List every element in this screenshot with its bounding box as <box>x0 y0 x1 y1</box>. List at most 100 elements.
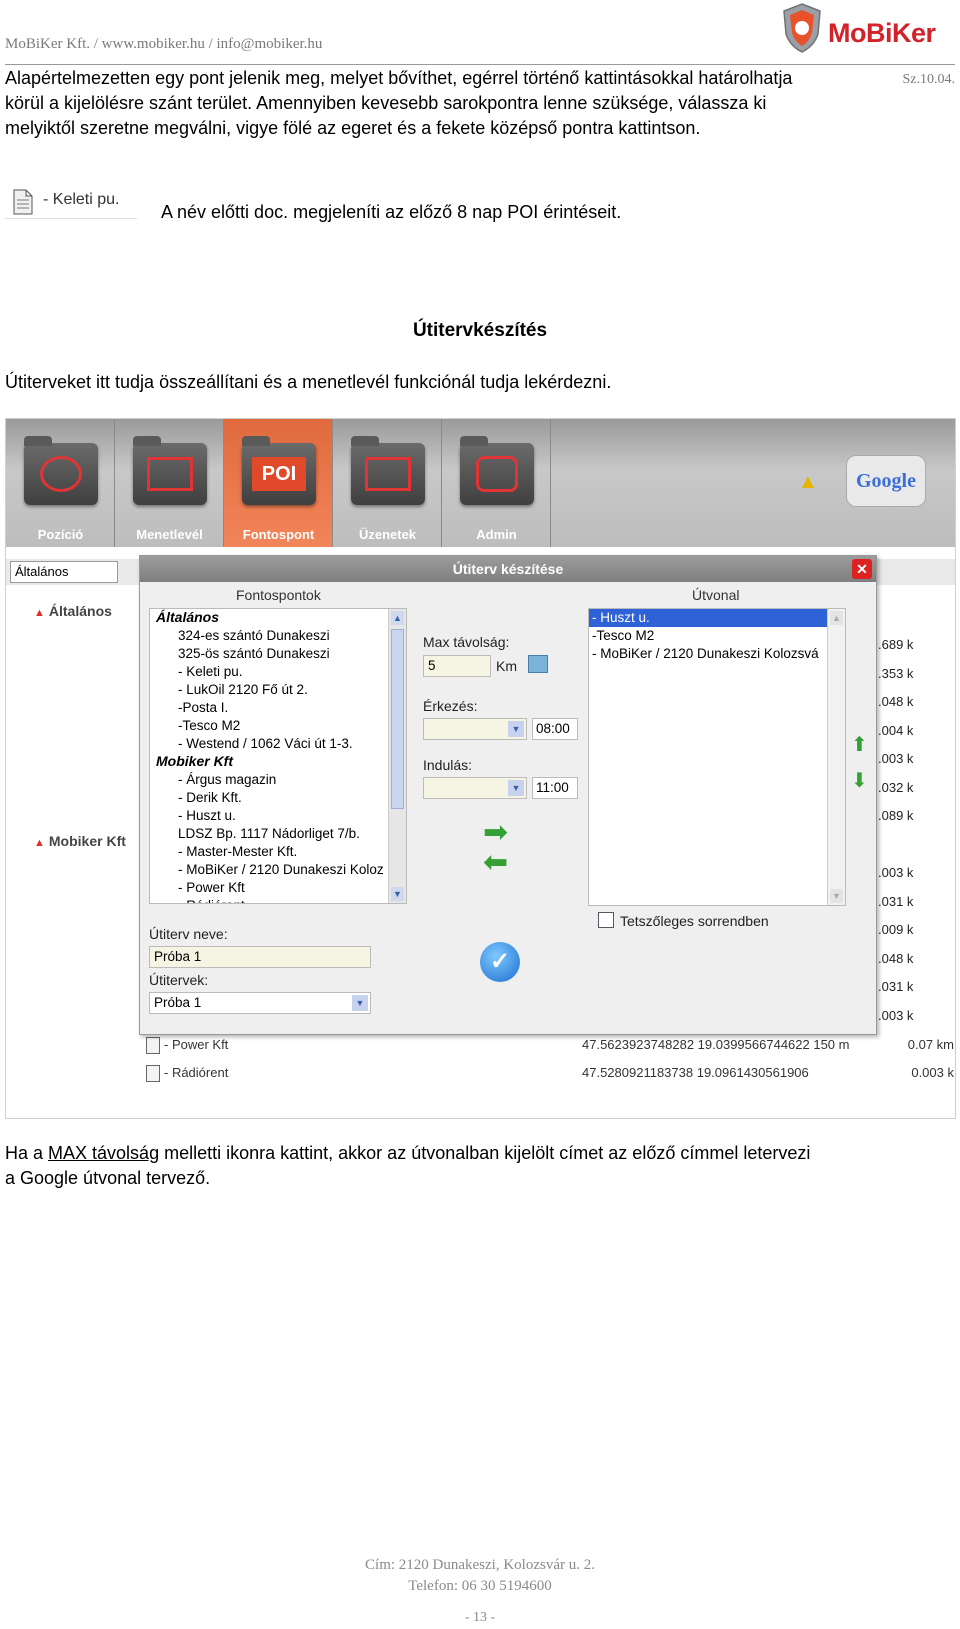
poi-list-item[interactable]: -Posta I. <box>150 699 406 717</box>
group-header-altalanos[interactable]: ▲ Általános <box>34 603 112 619</box>
group-name: Mobiker Kft <box>48 833 126 849</box>
poi-list-item[interactable]: 324-es szántó Dunakeszi <box>150 627 406 645</box>
google-maps-button[interactable]: Google <box>846 455 926 507</box>
poi-group-header[interactable]: Általános <box>150 609 406 627</box>
arrival-label: Érkezés: <box>423 698 478 714</box>
group-filter-select[interactable]: Általános <box>10 561 118 583</box>
poi-list-item[interactable]: - LukOil 2120 Fő út 2. <box>150 681 406 699</box>
nav-label: Fontospont <box>242 527 315 542</box>
routes-select-value: Próba 1 <box>154 995 202 1010</box>
scroll-down-icon[interactable]: ▼ <box>391 887 404 901</box>
route-list-item[interactable]: -Tesco M2 <box>589 627 845 645</box>
poi-list-item[interactable]: - Westend / 1062 Váci út 1-3. <box>150 735 406 753</box>
poi-group-header[interactable]: Mobiker Kft <box>150 753 406 771</box>
closing-prefix: Ha a <box>5 1143 49 1163</box>
footer-page-number: - 13 - <box>464 1610 496 1625</box>
departure-select[interactable]: ▼ <box>423 777 527 799</box>
logo-text: MoBiKer <box>828 18 936 48</box>
nav-label: Üzenetek <box>358 527 417 542</box>
footer-address: Cím: 2120 Dunakeszi, Kolozsvár u. 2. <box>365 1557 595 1573</box>
group-name: Általános <box>48 603 112 619</box>
nav-label: Pozíció <box>37 527 84 542</box>
remove-from-route-arrow-icon[interactable]: ➡ <box>483 846 508 879</box>
route-list-item[interactable]: - MoBiKer / 2120 Dunakeszi Kolozsvá <box>589 645 845 663</box>
route-list[interactable]: - Huszt u. -Tesco M2- MoBiKer / 2120 Duna… <box>588 608 846 906</box>
poi-list-item[interactable]: 325-ös szántó Dunakeszi <box>150 645 406 663</box>
footer-phone: Telefon: 06 30 5194600 <box>408 1578 552 1594</box>
scroll-thumb[interactable] <box>391 629 404 809</box>
poi-list-item[interactable]: - Derik Kft. <box>150 789 406 807</box>
chevron-down-icon: ▼ <box>352 995 368 1011</box>
arrival-time[interactable]: 08:00 <box>532 718 578 740</box>
poi-name: - Rádiórent <box>164 1065 229 1080</box>
dialog-title: Útiterv készítése <box>140 556 876 582</box>
poi-distance: 0.07 km <box>907 1037 954 1052</box>
poi-list-item[interactable]: - MoBiKer / 2120 Dunakeszi Koloz <box>150 861 406 879</box>
shield-icon <box>783 3 821 53</box>
routes-select[interactable]: Próba 1 ▼ <box>149 992 371 1014</box>
max-distance-input[interactable]: 5 <box>423 655 491 677</box>
nav-pozicio[interactable]: Pozíció <box>6 419 115 547</box>
scroll-up-icon[interactable]: ▲ <box>391 611 404 625</box>
scroll-down-icon[interactable]: ▼ <box>830 889 843 903</box>
collapse-icon: ▲ <box>34 837 45 849</box>
nav-label: Menetlevél <box>136 527 203 542</box>
poi-list-item[interactable]: LDSZ Bp. 1117 Nádorliget 7/b. <box>150 825 406 843</box>
section-title: Útitervkészítés <box>412 320 548 341</box>
table-row[interactable]: - Rádiórent 47.5280921183738 19.09614305… <box>146 1065 954 1083</box>
nav-menetlevel[interactable]: Menetlevél <box>115 419 224 547</box>
distance-value: .048 k <box>878 950 914 966</box>
move-down-icon[interactable]: ⬇ <box>851 768 868 793</box>
document-icon <box>13 189 33 215</box>
map-route-icon[interactable] <box>528 655 548 673</box>
poi-list-item[interactable]: - Power Kft <box>150 879 406 897</box>
chevron-down-icon: ▼ <box>508 721 524 737</box>
poi-list-item[interactable]: - Rádiórent <box>150 897 406 903</box>
distance-value: .003 k <box>878 751 914 766</box>
document-icon[interactable] <box>146 1037 160 1055</box>
group-filter-value: Általános <box>15 564 69 579</box>
doc-item-description: A név előtti doc. megjeleníti az előző 8… <box>161 202 622 222</box>
move-up-icon[interactable]: ⬆ <box>851 732 868 757</box>
max-distance-link[interactable]: MAX távolság <box>48 1143 159 1163</box>
poi-coords: 47.5623923748282 19.0399566744622 150 m <box>582 1037 850 1052</box>
route-list-item[interactable]: - Huszt u. <box>589 609 845 627</box>
distance-value: .003 k <box>878 1007 914 1023</box>
distance-value <box>878 831 954 860</box>
app-navbar: Pozíció Menetlevél POI Fontospont Üzenet… <box>6 419 955 547</box>
distance-value: .009 k <box>878 922 914 937</box>
departure-time[interactable]: 11:00 <box>532 777 578 799</box>
confirm-check-icon[interactable]: ✓ <box>480 942 520 982</box>
poi-list-item[interactable]: - Master-Mester Kft. <box>150 843 406 861</box>
distance-value: .353 k <box>878 665 914 681</box>
closing-paragraph: Ha a MAX távolság melletti ikonra kattin… <box>5 1141 955 1191</box>
mobiker-logo: MoBiKer <box>780 0 960 58</box>
group-header-mobiker[interactable]: ▲ Mobiker Kft <box>34 833 126 849</box>
warning-icon[interactable]: ▲ <box>798 471 818 494</box>
poi-list-item[interactable]: - Keleti pu. <box>150 663 406 681</box>
distance-value: .004 k <box>878 722 914 738</box>
poi-list-item[interactable]: -Tesco M2 <box>150 717 406 735</box>
intro-line-2: körül a kijelölésre szánt terület. Amenn… <box>5 93 767 113</box>
intro-paragraph: Alapértelmezetten egy pont jelenik meg, … <box>5 66 955 141</box>
table-row[interactable]: - Power Kft 47.5623923748282 19.03995667… <box>146 1037 954 1055</box>
nav-label: Admin <box>476 527 517 542</box>
nav-admin[interactable]: Admin <box>442 419 551 547</box>
arrival-select[interactable]: ▼ <box>423 718 527 740</box>
document-icon[interactable] <box>146 1065 160 1083</box>
close-icon[interactable]: ✕ <box>852 559 872 579</box>
add-to-route-arrow-icon[interactable]: ➡ <box>483 818 508 848</box>
route-list-scrollbar[interactable]: ▲ ▼ <box>827 609 845 905</box>
any-order-checkbox[interactable] <box>598 912 614 928</box>
route-name-input[interactable]: Próba 1 <box>149 946 371 968</box>
scroll-up-icon[interactable]: ▲ <box>830 611 843 625</box>
nav-uzenetek[interactable]: Üzenetek <box>333 419 442 547</box>
poi-list[interactable]: Általános 324-es szántó Dunakeszi 325-ös s… <box>149 608 407 904</box>
poi-list-scrollbar[interactable]: ▲ ▼ <box>388 609 406 903</box>
closing-rest-2: a Google útvonal tervező. <box>5 1168 211 1188</box>
gear-icon <box>460 436 534 505</box>
poi-list-item[interactable]: - Huszt u. <box>150 807 406 825</box>
poi-list-item[interactable]: - Árgus magazin <box>150 771 406 789</box>
poi-icon: POI <box>242 436 316 505</box>
nav-fontospont[interactable]: POI Fontospont <box>224 419 333 547</box>
